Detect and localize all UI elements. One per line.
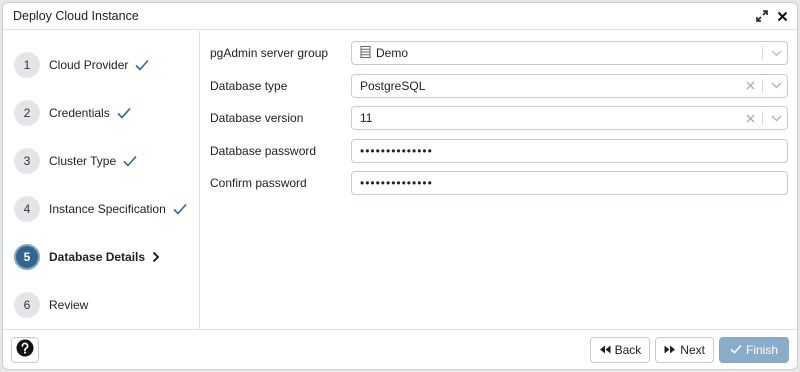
checkmark-icon xyxy=(117,107,131,119)
dialog-titlebar: Deploy Cloud Instance xyxy=(3,3,797,30)
db-version-value: 11 xyxy=(360,111,373,125)
step-label: Instance Specification xyxy=(49,202,166,216)
wizard-steps: 1 Cloud Provider 2 Credentials 3 Cluster… xyxy=(3,31,200,329)
finish-label: Finish xyxy=(745,342,778,357)
chevron-right-icon xyxy=(152,251,160,263)
db-version-row: Database version 11 xyxy=(210,102,788,134)
step-label: Review xyxy=(49,298,89,312)
dialog-footer: Back Next Finish xyxy=(3,329,797,369)
db-password-row: Database password •••••••••••••• xyxy=(210,135,788,167)
database-details-form: pgAdmin server group Demo Database type … xyxy=(200,31,797,329)
db-password-field[interactable]: •••••••••••••• xyxy=(351,138,788,163)
select-separator xyxy=(762,78,763,93)
step-credentials[interactable]: 2 Credentials xyxy=(3,89,199,137)
chevron-down-icon[interactable] xyxy=(767,115,785,122)
step-label: Cluster Type xyxy=(49,154,117,168)
checkmark-icon xyxy=(730,343,742,357)
fast-forward-icon xyxy=(664,343,676,357)
step-cloud-provider[interactable]: 1 Cloud Provider xyxy=(3,41,199,89)
step-label: Cloud Provider xyxy=(49,58,129,72)
server-group-row: pgAdmin server group Demo xyxy=(210,37,788,69)
step-number: 2 xyxy=(14,100,40,126)
db-type-row: Database type PostgreSQL xyxy=(210,70,788,102)
checkmark-icon xyxy=(135,59,149,71)
server-group-select[interactable]: Demo xyxy=(351,41,788,65)
db-type-value: PostgreSQL xyxy=(360,78,426,93)
step-number: 4 xyxy=(14,196,40,222)
server-group-label: pgAdmin server group xyxy=(210,46,329,60)
confirm-password-row: Confirm password •••••••••••••• xyxy=(210,167,788,199)
dialog-title: Deploy Cloud Instance xyxy=(13,9,139,23)
confirm-password-value: •••••••••••••• xyxy=(360,176,433,190)
wizard-nav: Back Next Finish xyxy=(589,336,789,363)
chevron-down-icon[interactable] xyxy=(767,50,785,57)
select-separator xyxy=(762,46,763,60)
deploy-cloud-instance-dialog: Deploy Cloud Instance 1 Cloud Provider 2… xyxy=(2,2,798,370)
dialog-body: 1 Cloud Provider 2 Credentials 3 Cluster… xyxy=(3,31,797,329)
step-label: Database Details xyxy=(49,250,146,264)
step-number: 6 xyxy=(14,292,40,318)
confirm-password-field[interactable]: •••••••••••••• xyxy=(351,171,788,195)
db-password-value: •••••••••••••• xyxy=(360,143,433,158)
clear-icon[interactable] xyxy=(742,81,758,90)
step-number: 5 xyxy=(14,244,40,270)
db-version-select[interactable]: 11 xyxy=(351,106,788,130)
clear-icon[interactable] xyxy=(742,114,758,123)
back-button[interactable]: Back xyxy=(589,336,651,363)
select-separator xyxy=(762,111,763,125)
db-password-label: Database password xyxy=(210,143,317,158)
next-button[interactable]: Next xyxy=(655,336,714,363)
step-database-details[interactable]: 5 Database Details xyxy=(3,233,199,281)
help-button[interactable] xyxy=(11,336,39,363)
help-icon xyxy=(16,339,34,360)
title-actions xyxy=(755,9,789,23)
step-label: Credentials xyxy=(49,106,110,120)
step-cluster-type[interactable]: 3 Cluster Type xyxy=(3,137,199,185)
checkmark-icon xyxy=(123,155,137,167)
chevron-down-icon[interactable] xyxy=(767,82,785,89)
step-number: 3 xyxy=(14,148,40,174)
close-icon[interactable] xyxy=(775,9,789,23)
checkmark-icon xyxy=(173,203,187,215)
expand-icon[interactable] xyxy=(755,9,769,23)
db-version-label: Database version xyxy=(210,111,304,125)
step-number: 1 xyxy=(14,52,40,78)
rewind-icon xyxy=(599,343,611,357)
server-group-value: Demo xyxy=(376,46,409,60)
finish-button[interactable]: Finish xyxy=(718,336,789,363)
next-label: Next xyxy=(680,342,705,357)
back-label: Back xyxy=(614,342,642,357)
confirm-password-label: Confirm password xyxy=(210,176,307,190)
step-instance-specification[interactable]: 4 Instance Specification xyxy=(3,185,199,233)
db-type-label: Database type xyxy=(210,78,288,93)
server-group-icon xyxy=(360,45,371,61)
db-type-select[interactable]: PostgreSQL xyxy=(351,73,788,98)
step-review[interactable]: 6 Review xyxy=(3,281,199,329)
